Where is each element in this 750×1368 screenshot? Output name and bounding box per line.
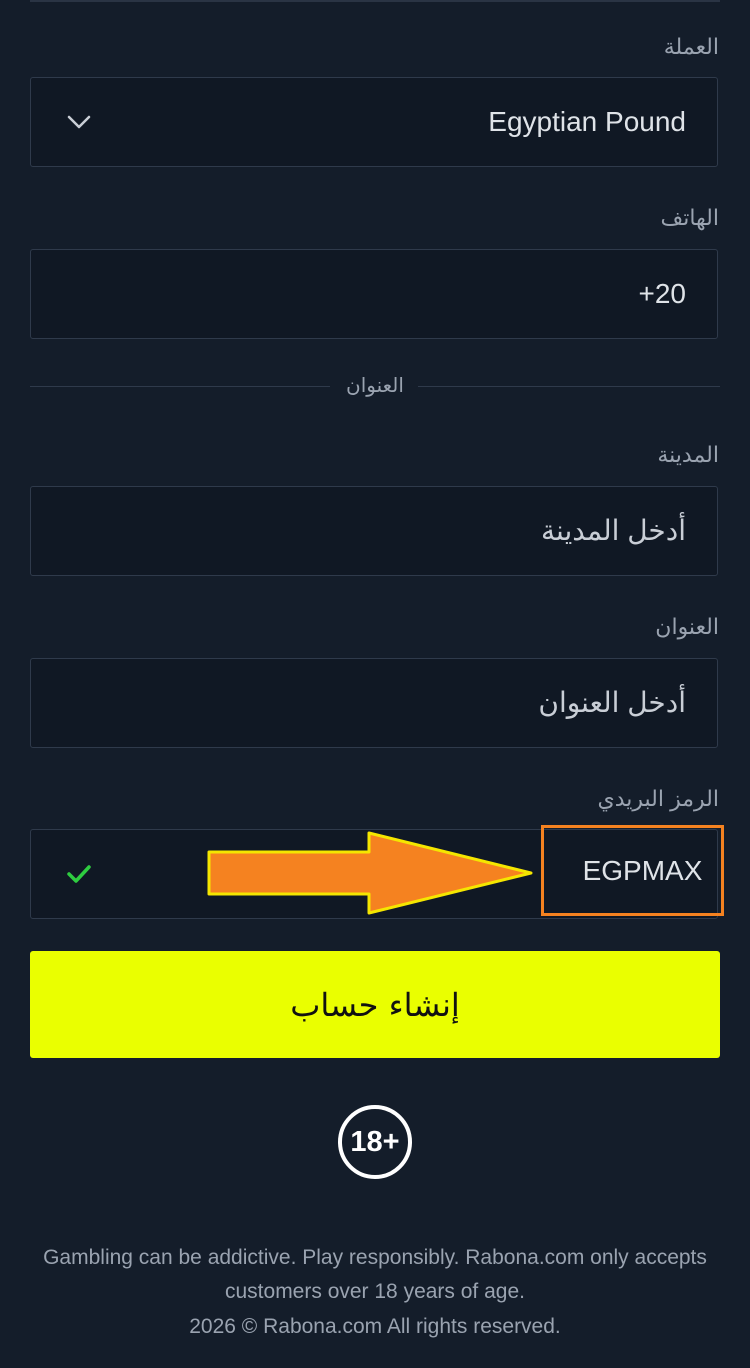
city-label: المدينة xyxy=(657,442,719,467)
city-placeholder: أدخل المدينة xyxy=(541,515,686,546)
address-field[interactable]: أدخل العنوان xyxy=(30,658,718,748)
address-placeholder: أدخل العنوان xyxy=(538,687,686,718)
promo-value: EGPMAX xyxy=(582,855,703,886)
arrow-right-icon xyxy=(207,831,533,915)
address-section-heading: العنوان xyxy=(346,375,404,397)
currency-select[interactable]: Egyptian Pound xyxy=(30,77,718,167)
checkmark-icon xyxy=(67,865,91,883)
phone-value: +20 xyxy=(638,278,687,309)
promo-highlight-box: EGPMAX xyxy=(541,825,724,916)
footer-disclaimer: Gambling can be addictive. Play responsi… xyxy=(43,1246,707,1303)
divider-line-right xyxy=(418,386,720,387)
address-section-divider: العنوان xyxy=(30,373,720,401)
address-label: العنوان xyxy=(655,614,719,639)
currency-label: العملة xyxy=(663,34,719,59)
promo-label: الرمز البريدي xyxy=(597,786,719,811)
phone-label: الهاتف xyxy=(660,205,719,230)
registration-page: العملة Egyptian Pound الهاتف +20 العنوان… xyxy=(0,0,750,1368)
phone-field[interactable]: +20 xyxy=(30,249,718,339)
footer-copyright: 2026 © Rabona.com All rights reserved. xyxy=(189,1315,561,1338)
currency-value: Egyptian Pound xyxy=(488,106,686,137)
city-field[interactable]: أدخل المدينة xyxy=(30,486,718,576)
age-restriction-badge: 18+ xyxy=(338,1105,412,1179)
divider-line-left xyxy=(30,386,330,387)
create-account-button[interactable]: إنشاء حساب xyxy=(30,951,720,1058)
top-divider xyxy=(30,0,720,2)
chevron-down-icon xyxy=(67,115,91,129)
